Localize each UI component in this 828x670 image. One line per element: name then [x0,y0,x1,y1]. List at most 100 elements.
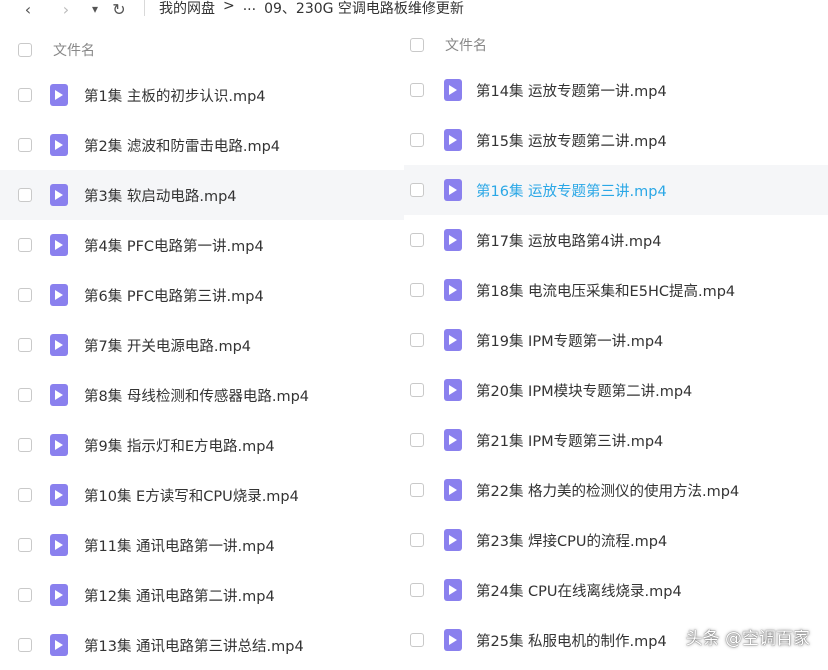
file-checkbox[interactable] [18,238,32,252]
file-checkbox[interactable] [410,133,424,147]
file-name[interactable]: 第14集 运放专题第一讲.mp4 [476,80,667,101]
file-checkbox[interactable] [410,433,424,447]
file-list-right: 文件名 第14集 运放专题第一讲.mp4 第15集 运放专题第二讲.mp4 第16集… [404,25,828,665]
file-name[interactable]: 第16集 运放专题第三讲.mp4 [476,180,667,201]
file-row[interactable]: 第3集 软启动电路.mp4 [0,170,404,220]
file-row[interactable]: 第22集 格力美的检测仪的使用方法.mp4 [404,465,828,515]
file-row[interactable]: 第9集 指示灯和E方电路.mp4 [0,420,404,470]
file-checkbox[interactable] [18,638,32,652]
file-row[interactable]: 第20集 IPM模块专题第二讲.mp4 [404,365,828,415]
file-name[interactable]: 第25集 私服电机的制作.mp4 [476,630,667,651]
file-checkbox[interactable] [18,388,32,402]
file-row[interactable]: 第21集 IPM专题第三讲.mp4 [404,415,828,465]
file-row[interactable]: 第24集 CPU在线离线烧录.mp4 [404,565,828,615]
file-checkbox[interactable] [410,233,424,247]
file-row[interactable]: 第1集 主板的初步认识.mp4 [0,70,404,120]
select-all-checkbox[interactable] [18,43,32,57]
file-row[interactable]: 第2集 滤波和防雷击电路.mp4 [0,120,404,170]
video-file-icon [50,134,68,156]
file-checkbox[interactable] [410,483,424,497]
file-name[interactable]: 第21集 IPM专题第三讲.mp4 [476,430,663,451]
file-row[interactable]: 第23集 焊接CPU的流程.mp4 [404,515,828,565]
file-name[interactable]: 第23集 焊接CPU的流程.mp4 [476,530,667,551]
file-checkbox[interactable] [18,538,32,552]
file-checkbox[interactable] [410,83,424,97]
file-checkbox[interactable] [410,333,424,347]
forward-icon[interactable]: › [56,0,76,19]
file-name[interactable]: 第2集 滤波和防雷击电路.mp4 [84,135,280,156]
select-all-checkbox[interactable] [410,38,424,52]
list-header: 文件名 [0,30,404,70]
column-header-filename[interactable]: 文件名 [445,35,487,55]
file-row[interactable]: 第13集 通讯电路第三讲总结.mp4 [0,620,404,670]
breadcrumb-current: 09、230G 空调电路板维修更新 [264,1,464,17]
history-dropdown-icon[interactable]: ▾ [88,0,102,18]
file-row[interactable]: 第15集 运放专题第二讲.mp4 [404,115,828,165]
file-name[interactable]: 第8集 母线检测和传感器电路.mp4 [84,385,309,406]
file-name[interactable]: 第15集 运放专题第二讲.mp4 [476,130,667,151]
file-checkbox[interactable] [18,488,32,502]
breadcrumb-root[interactable]: 我的网盘 [159,0,215,18]
video-file-icon [50,584,68,606]
file-name[interactable]: 第11集 通讯电路第一讲.mp4 [84,535,275,556]
file-row[interactable]: 第8集 母线检测和传感器电路.mp4 [0,370,404,420]
file-row[interactable]: 第16集 运放专题第三讲.mp4 [404,165,828,215]
file-name[interactable]: 第9集 指示灯和E方电路.mp4 [84,435,275,456]
file-row[interactable]: 第7集 开关电源电路.mp4 [0,320,404,370]
video-file-icon [444,429,462,451]
file-row[interactable]: 第4集 PFC电路第一讲.mp4 [0,220,404,270]
file-name[interactable]: 第1集 主板的初步认识.mp4 [84,85,266,106]
file-name[interactable]: 第19集 IPM专题第一讲.mp4 [476,330,663,351]
file-name[interactable]: 第17集 运放电路第4讲.mp4 [476,230,661,251]
video-file-icon [444,179,462,201]
file-checkbox[interactable] [410,633,424,647]
back-icon[interactable]: ‹ [18,0,38,19]
file-name[interactable]: 第10集 E方读写和CPU烧录.mp4 [84,485,299,506]
file-row[interactable]: 第10集 E方读写和CPU烧录.mp4 [0,470,404,520]
video-file-icon [50,234,68,256]
file-checkbox[interactable] [18,138,32,152]
list-header: 文件名 [404,25,828,65]
breadcrumb-separator: > [223,0,235,14]
file-checkbox[interactable] [410,583,424,597]
file-row[interactable]: 第11集 通讯电路第一讲.mp4 [0,520,404,570]
breadcrumb: 我的网盘 > ... 09、230G 空调电路板维修更新 [159,0,464,18]
watermark: 头条 @空调百家 [685,629,810,649]
file-checkbox[interactable] [18,438,32,452]
file-checkbox[interactable] [18,338,32,352]
file-name[interactable]: 第22集 格力美的检测仪的使用方法.mp4 [476,480,739,501]
file-checkbox[interactable] [18,588,32,602]
refresh-icon[interactable]: ↻ [108,0,130,19]
file-name[interactable]: 第12集 通讯电路第二讲.mp4 [84,585,275,606]
file-name[interactable]: 第24集 CPU在线离线烧录.mp4 [476,580,682,601]
video-file-icon [444,129,462,151]
file-checkbox[interactable] [410,183,424,197]
column-header-filename[interactable]: 文件名 [53,40,95,60]
file-name[interactable]: 第4集 PFC电路第一讲.mp4 [84,235,264,256]
file-checkbox[interactable] [18,88,32,102]
file-row[interactable]: 第19集 IPM专题第一讲.mp4 [404,315,828,365]
file-checkbox[interactable] [18,188,32,202]
file-checkbox[interactable] [410,533,424,547]
video-file-icon [444,329,462,351]
file-name[interactable]: 第7集 开关电源电路.mp4 [84,335,251,356]
video-file-icon [50,434,68,456]
file-row[interactable]: 第18集 电流电压采集和E5HC提高.mp4 [404,265,828,315]
file-name[interactable]: 第20集 IPM模块专题第二讲.mp4 [476,380,692,401]
file-name[interactable]: 第13集 通讯电路第三讲总结.mp4 [84,635,304,656]
breadcrumb-ellipsis[interactable]: ... [243,0,256,18]
file-row[interactable]: 第6集 PFC电路第三讲.mp4 [0,270,404,320]
video-file-icon [50,284,68,306]
file-name[interactable]: 第3集 软启动电路.mp4 [84,185,237,206]
video-file-icon [50,534,68,556]
file-checkbox[interactable] [18,288,32,302]
file-row[interactable]: 第17集 运放电路第4讲.mp4 [404,215,828,265]
file-checkbox[interactable] [410,283,424,297]
file-row[interactable]: 第12集 通讯电路第二讲.mp4 [0,570,404,620]
file-name[interactable]: 第6集 PFC电路第三讲.mp4 [84,285,264,306]
file-row[interactable]: 第14集 运放专题第一讲.mp4 [404,65,828,115]
file-name[interactable]: 第18集 电流电压采集和E5HC提高.mp4 [476,280,735,301]
toolbar-divider [144,0,145,16]
video-file-icon [444,629,462,651]
file-checkbox[interactable] [410,383,424,397]
